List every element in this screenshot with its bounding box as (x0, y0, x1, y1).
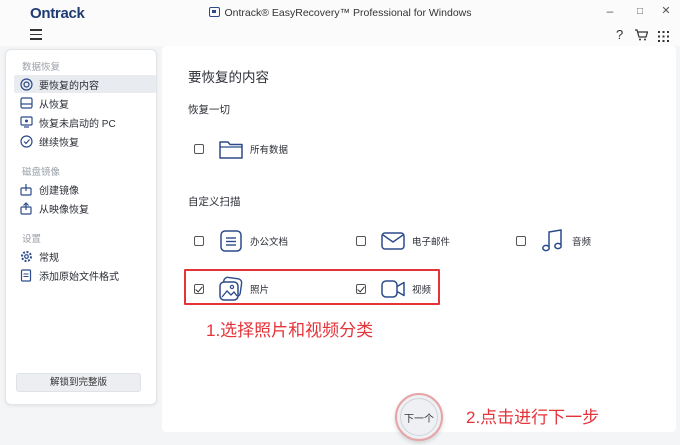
sidebar-item-label: 继续恢复 (39, 137, 79, 149)
option-office-documents[interactable]: 办公文档 (194, 226, 288, 256)
section-title-settings: 设置 (22, 234, 42, 245)
sidebar-item-create-image[interactable]: 创建镜像 (14, 180, 156, 198)
checkbox-office-documents[interactable] (194, 236, 204, 246)
toolbar: ? (0, 26, 680, 46)
grid-icon[interactable] (658, 30, 669, 45)
sidebar-item-label: 从恢复 (39, 99, 69, 111)
sidebar-item-label: 创建镜像 (39, 185, 79, 197)
sidebar-item-recover-unbootable-pc[interactable]: 恢复未启动的 PC (14, 113, 156, 131)
restore-image-icon (19, 201, 33, 215)
title-bar: Ontrack Ontrack® EasyRecovery™ Professio… (0, 0, 680, 26)
mail-icon (381, 232, 405, 250)
option-label: 所有数据 (250, 145, 289, 156)
option-audio[interactable]: 音频 (516, 226, 591, 256)
target-icon (19, 77, 33, 91)
sidebar-item-label: 添加原始文件格式 (39, 271, 119, 283)
sidebar-item-add-raw-file-format[interactable]: 添加原始文件格式 (14, 266, 156, 284)
document-icon (220, 230, 242, 252)
annotation-step-2: 2.点击进行下一步 (466, 408, 600, 427)
option-photos[interactable]: 照片 (194, 274, 269, 304)
music-icon (542, 229, 562, 252)
checkbox-video[interactable] (356, 284, 366, 294)
monitor-icon (19, 115, 33, 129)
sidebar-item-label: 常规 (39, 252, 59, 264)
checkbox-email[interactable] (356, 236, 366, 246)
sidebar-item-what-to-recover[interactable]: 要恢复的内容 (14, 75, 156, 93)
file-format-icon (19, 268, 33, 282)
sidebar-item-label: 从映像恢复 (39, 204, 89, 216)
sidebar-item-label: 要恢复的内容 (39, 80, 99, 92)
unlock-full-version-button[interactable]: 解锁到完整版 (16, 373, 141, 392)
sidebar-item-general[interactable]: 常规 (14, 247, 156, 265)
sidebar-item-restore-from-image[interactable]: 从映像恢复 (14, 199, 156, 217)
group-title-custom-scan: 自定义扫描 (188, 196, 241, 208)
option-email[interactable]: 电子邮件 (356, 226, 450, 256)
app-icon (208, 7, 220, 17)
option-label: 电子邮件 (412, 237, 451, 248)
create-image-icon (19, 182, 33, 196)
option-all-data[interactable]: 所有数据 (194, 134, 288, 164)
group-title-recover-all: 恢复一切 (188, 104, 230, 116)
minimize-button[interactable]: – (596, 4, 624, 18)
page-title: 要恢复的内容 (188, 70, 269, 85)
drive-icon (19, 96, 33, 110)
option-label: 照片 (250, 285, 270, 296)
window-title: Ontrack® EasyRecovery™ Professional for … (0, 7, 680, 19)
window-title-text: Ontrack® EasyRecovery™ Professional for … (224, 7, 472, 19)
resume-icon (19, 134, 33, 148)
annotation-step-1: 1.选择照片和视频分类 (206, 321, 374, 340)
sidebar-item-label: 恢复未启动的 PC (39, 118, 116, 130)
option-label: 音频 (572, 237, 592, 248)
cart-icon[interactable] (634, 29, 649, 44)
close-button[interactable]: ✕ (652, 4, 680, 17)
option-label: 办公文档 (250, 237, 289, 248)
section-title-data-recovery: 数据恢复 (22, 62, 61, 73)
checkbox-all-data[interactable] (194, 144, 204, 154)
next-button-label: 下一个 (404, 413, 434, 425)
folder-icon (219, 141, 243, 159)
sidebar-item-resume-recovery[interactable]: 继续恢复 (14, 132, 156, 150)
video-icon (381, 280, 405, 298)
help-icon[interactable]: ? (616, 27, 623, 42)
next-button[interactable]: 下一个 (395, 393, 443, 441)
menu-icon[interactable] (30, 29, 42, 40)
gear-icon (19, 249, 33, 263)
option-label: 视频 (412, 285, 432, 296)
maximize-button[interactable]: □ (626, 6, 654, 17)
checkbox-photos[interactable] (194, 284, 204, 294)
sidebar: 数据恢复 要恢复的内容 从恢复 恢复未启动的 PC 继续恢复 磁盘镜像 创建镜像 (5, 49, 157, 405)
option-video[interactable]: 视频 (356, 274, 431, 304)
checkbox-audio[interactable] (516, 236, 526, 246)
photo-icon (219, 276, 243, 301)
section-title-disk-image: 磁盘镜像 (22, 167, 61, 178)
sidebar-item-recover-from[interactable]: 从恢复 (14, 94, 156, 112)
